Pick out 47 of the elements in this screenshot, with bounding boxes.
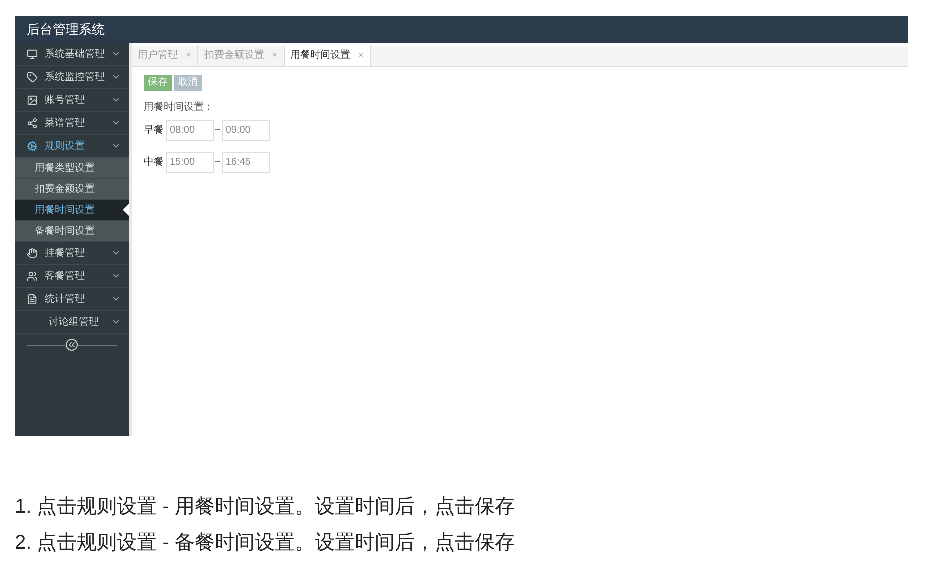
- submenu-label: 用餐时间设置: [35, 204, 95, 218]
- share-icon: [26, 118, 38, 128]
- image-icon: [26, 94, 38, 106]
- time-field[interactable]: 15:00: [166, 152, 214, 173]
- submenu-item[interactable]: 用餐时间设置: [15, 200, 129, 221]
- hand-icon: [26, 248, 38, 258]
- gear-icon: [26, 140, 38, 152]
- submenu-label: 扣费金额设置: [35, 182, 95, 196]
- menu-label: 客餐管理: [45, 270, 85, 284]
- time-field[interactable]: 16:45: [222, 152, 270, 173]
- menu-item[interactable]: 系统基础管理: [15, 43, 129, 66]
- collapse-icon[interactable]: [66, 339, 78, 351]
- menu-item[interactable]: 讨论组管理: [15, 311, 129, 334]
- monitor-icon: [26, 48, 38, 60]
- menu-label: 讨论组管理: [49, 316, 99, 330]
- app-title: 后台管理系统: [27, 20, 105, 39]
- submenu-item[interactable]: 用餐类型设置: [15, 158, 129, 179]
- submenu-item[interactable]: 扣费金额设置: [15, 179, 129, 200]
- menu-label: 规则设置: [45, 140, 85, 154]
- tab[interactable]: 用餐时间设置 ×: [284, 45, 371, 66]
- menu-item[interactable]: 挂餐管理: [15, 242, 129, 265]
- menu-item[interactable]: 统计管理: [15, 288, 129, 311]
- submenu-label: 用餐类型设置: [35, 162, 95, 176]
- submenu-label: 备餐时间设置: [35, 224, 95, 238]
- instruction-text: 2. 点击规则设置 - 备餐时间设置。设置时间后，点击保存: [15, 531, 516, 556]
- range-separator: ~: [215, 156, 221, 170]
- form-title: 用餐时间设置：: [144, 100, 215, 115]
- tag-icon: [26, 72, 38, 82]
- time-field[interactable]: 09:00: [222, 120, 270, 141]
- submenu-item[interactable]: 备餐时间设置: [15, 221, 129, 242]
- users-icon: [26, 270, 38, 282]
- meal-label: 早餐: [144, 124, 164, 138]
- menu-item[interactable]: 客餐管理: [15, 265, 129, 288]
- instruction-text: 1. 点击规则设置 - 用餐时间设置。设置时间后，点击保存: [15, 495, 516, 520]
- document-icon: [26, 294, 38, 304]
- menu-item[interactable]: 菜谱管理: [15, 112, 129, 135]
- menu-label: 系统基础管理: [45, 48, 105, 62]
- meal-label: 中餐: [144, 156, 164, 170]
- menu-label: 菜谱管理: [45, 116, 85, 130]
- time-field[interactable]: 08:00: [166, 120, 214, 141]
- menu-label: 统计管理: [45, 292, 85, 306]
- range-separator: ~: [215, 124, 221, 138]
- menu-label: 账号管理: [45, 94, 85, 108]
- menu-item[interactable]: 系统监控管理: [15, 66, 129, 89]
- menu-item[interactable]: 账号管理: [15, 89, 129, 112]
- menu-label: 挂餐管理: [45, 246, 85, 260]
- menu-label: 系统监控管理: [45, 70, 105, 84]
